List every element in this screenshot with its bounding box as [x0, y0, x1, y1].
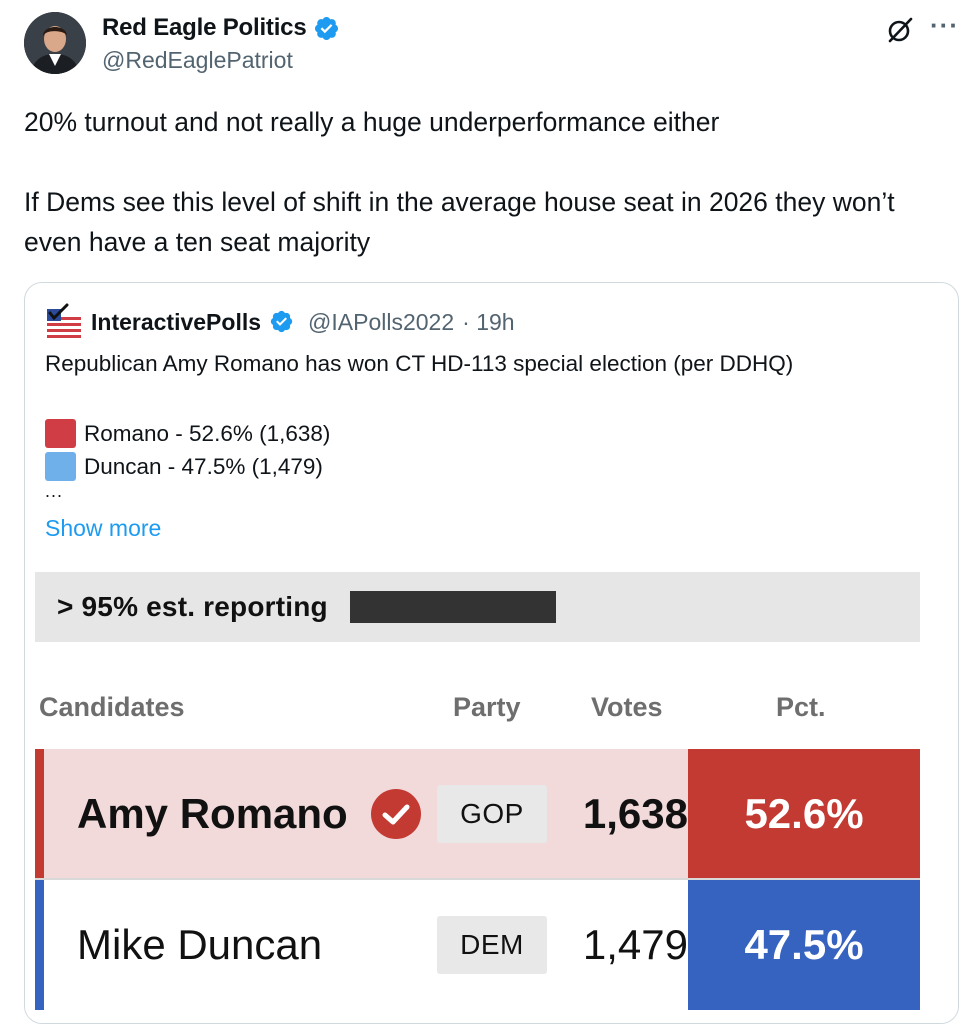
pct-cell: 52.6%: [688, 749, 920, 879]
quoted-time[interactable]: · 19h: [462, 309, 514, 336]
results-image[interactable]: > 95% est. reporting Candidates Party Vo…: [25, 568, 958, 1023]
tweet: Red Eagle Politics @RedEaglePatriot ··· …: [0, 0, 971, 1024]
reporting-progress-bar: [349, 591, 556, 623]
blue-square-icon: [45, 452, 76, 481]
table-row: Amy Romano GOP 1,638 52.6%: [35, 749, 920, 879]
legend-label: Romano - 52.6% (1,638): [84, 420, 331, 446]
reporting-text: > 95% est. reporting: [57, 591, 328, 622]
legend-item: Romano - 52.6% (1,638): [45, 417, 330, 450]
post-text: 20% turnout and not really a huge underp…: [24, 102, 944, 262]
header-pct: Pct.: [776, 692, 826, 722]
header-party: Party: [453, 692, 521, 722]
header-votes: Votes: [591, 692, 663, 722]
candidate-cell: Mike Duncan: [77, 880, 322, 1010]
legend-item: Duncan - 47.5% (1,479): [45, 450, 330, 483]
show-more-link[interactable]: Show more: [45, 515, 161, 542]
votes-cell: 1,479: [582, 921, 688, 968]
author-info: Red Eagle Politics @RedEaglePatriot: [102, 14, 340, 74]
header-candidates: Candidates: [39, 692, 185, 722]
reporting-banner: > 95% est. reporting: [35, 572, 920, 642]
result-legend: Romano - 52.6% (1,638) Duncan - 47.5% (1…: [45, 417, 330, 483]
post-line-2: If Dems see this level of shift in the a…: [24, 187, 895, 257]
table-row: Mike Duncan DEM 1,479 47.5%: [35, 880, 920, 1010]
author-display-name[interactable]: Red Eagle Politics: [102, 14, 307, 42]
quoted-verified-badge-icon: [269, 309, 296, 336]
party-badge: DEM: [437, 916, 547, 974]
verified-badge-icon[interactable]: [313, 15, 340, 42]
quoted-text: Republican Amy Romano has won CT HD-113 …: [45, 351, 794, 376]
author-handle[interactable]: @RedEaglePatriot: [102, 47, 340, 74]
legend-label: Duncan - 47.5% (1,479): [84, 453, 323, 479]
quoted-handle[interactable]: @IAPolls2022: [308, 309, 454, 336]
quoted-post[interactable]: InteractivePolls @IAPolls2022 · 19h Repu…: [24, 282, 959, 1024]
checkmark-icon: [370, 788, 422, 840]
truncation-ellipsis: ...: [45, 481, 64, 501]
party-badge: GOP: [437, 785, 547, 843]
votes-cell: 1,638: [582, 790, 688, 837]
grok-icon[interactable]: [886, 16, 914, 44]
quoted-display-name[interactable]: InteractivePolls: [91, 309, 261, 336]
pct-cell: 47.5%: [688, 880, 920, 1010]
quoted-avatar-icon[interactable]: [45, 303, 83, 341]
candidate-name: Mike Duncan: [77, 921, 323, 968]
more-icon[interactable]: ···: [930, 12, 960, 38]
avatar[interactable]: [24, 12, 86, 74]
red-square-icon: [45, 419, 76, 448]
party-stripe: [35, 749, 44, 879]
quoted-post-header: InteractivePolls @IAPolls2022 · 19h: [45, 303, 515, 341]
post-line-1: 20% turnout and not really a huge underp…: [24, 107, 720, 137]
candidate-cell: Amy Romano: [77, 749, 422, 879]
party-stripe: [35, 880, 44, 1010]
candidate-name: Amy Romano: [77, 790, 348, 837]
